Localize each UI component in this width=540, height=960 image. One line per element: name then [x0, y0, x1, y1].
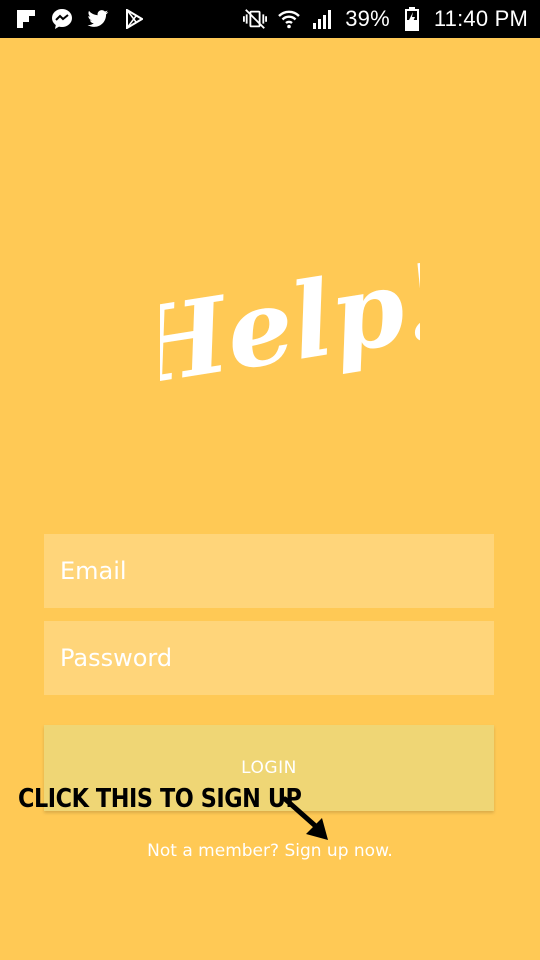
- wifi-icon: [277, 7, 301, 31]
- play-store-icon: [122, 7, 146, 31]
- login-screen: Help! Email Password LOGIN CLICK THIS TO…: [0, 38, 540, 960]
- status-right: 39% 11:40 PM: [243, 6, 540, 32]
- signup-prompt: Not a member? Sign up now.: [0, 841, 540, 861]
- signup-link[interactable]: Sign up now.: [284, 841, 392, 861]
- login-button-label: LOGIN: [241, 758, 297, 778]
- status-left: [0, 7, 146, 31]
- logo-text: Help!: [160, 238, 420, 410]
- signal-icon: [311, 7, 335, 31]
- annotation-label: CLICK THIS TO SIGN UP: [18, 784, 302, 814]
- password-placeholder: Password: [60, 644, 173, 672]
- signup-prompt-text: Not a member?: [147, 841, 285, 861]
- clock: 11:40 PM: [433, 6, 528, 31]
- battery-percent: 39%: [345, 6, 390, 31]
- messenger-icon: [50, 7, 74, 31]
- email-placeholder: Email: [60, 557, 127, 585]
- vibrate-mute-icon: [243, 7, 268, 31]
- twitter-icon: [86, 7, 110, 31]
- app-logo: Help!: [160, 238, 420, 410]
- status-bar: 39% 11:40 PM: [0, 0, 540, 38]
- email-field[interactable]: Email: [44, 534, 494, 608]
- annotation-arrow-icon: [282, 796, 328, 840]
- battery-charging-icon: [400, 7, 424, 31]
- password-field[interactable]: Password: [44, 621, 494, 695]
- flipboard-icon: [14, 7, 38, 31]
